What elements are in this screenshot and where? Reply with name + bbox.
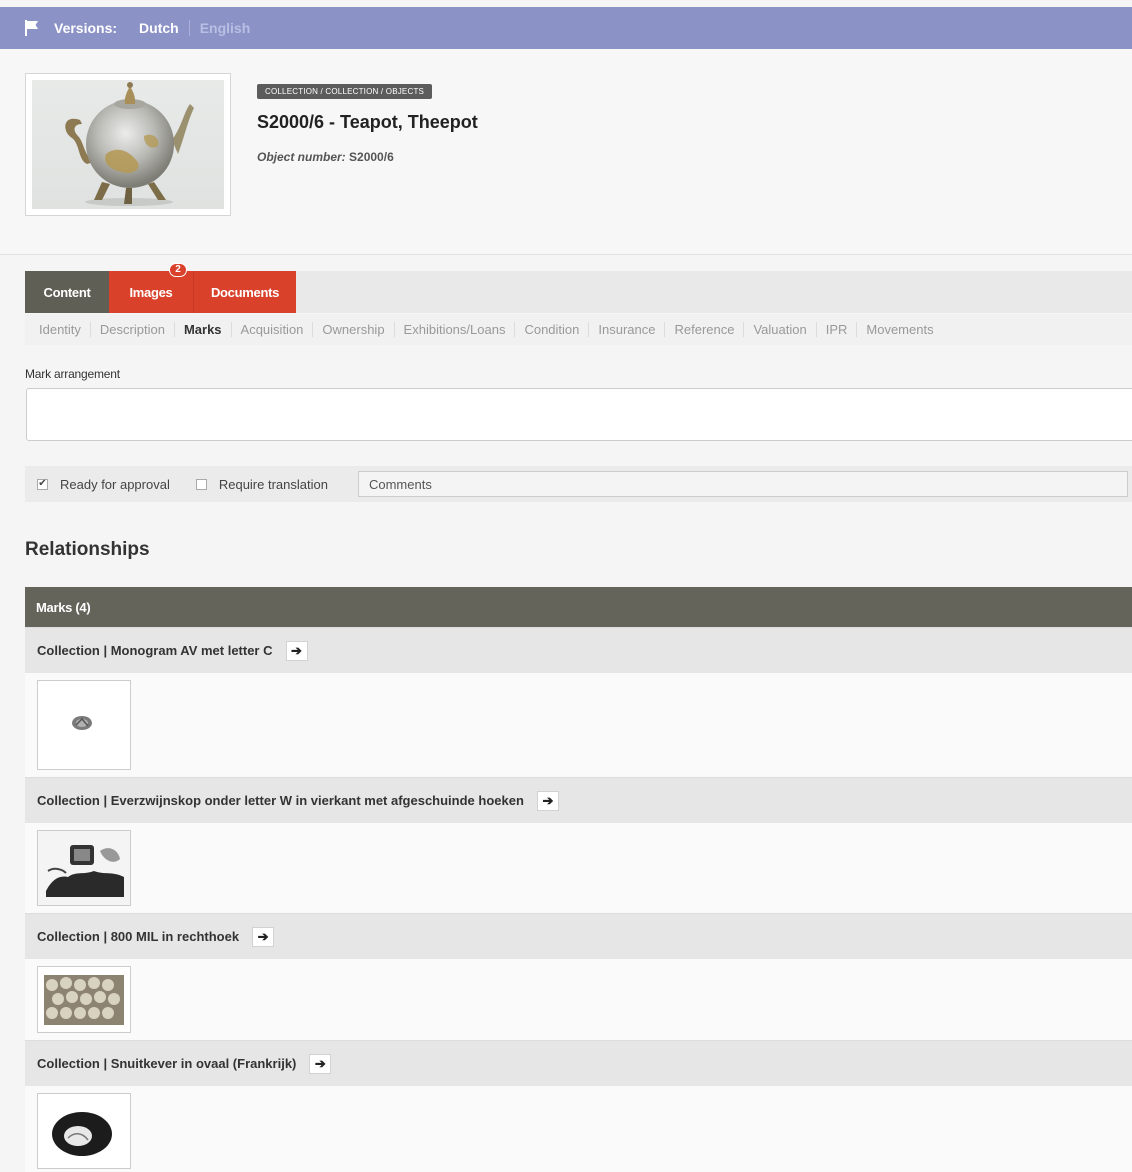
relationship-body xyxy=(25,673,1132,777)
mark-arrangement-label: Mark arrangement xyxy=(25,367,120,381)
main-tabs: Content Images Documents xyxy=(25,271,1132,313)
object-thumbnail[interactable] xyxy=(25,73,231,216)
subtab-reference[interactable]: Reference xyxy=(665,322,745,337)
relationship-row: Collection | 800 MIL in rechthoek ➔ xyxy=(25,913,1132,959)
subtab-ipr[interactable]: IPR xyxy=(817,322,858,337)
subtab-valuation[interactable]: Valuation xyxy=(744,322,817,337)
object-number-value: S2000/6 xyxy=(349,150,394,164)
subtab-marks[interactable]: Marks xyxy=(175,322,232,337)
require-translation-label: Require translation xyxy=(218,476,328,492)
relationship-row: Collection | Snuitkever in ovaal (Frankr… xyxy=(25,1040,1132,1086)
images-count-badge: 2 xyxy=(169,263,187,277)
arrow-right-icon[interactable]: ➔ xyxy=(536,790,559,811)
subtab-identity[interactable]: Identity xyxy=(30,322,91,337)
versions-bar: Versions: Dutch English xyxy=(0,7,1132,49)
subtab-description[interactable]: Description xyxy=(91,322,175,337)
arrow-right-icon[interactable]: ➔ xyxy=(252,926,275,947)
subtab-ownership[interactable]: Ownership xyxy=(313,322,395,337)
relationship-label[interactable]: Collection | 800 MIL in rechthoek xyxy=(37,929,239,944)
monogram-mark-photo[interactable] xyxy=(37,680,131,770)
checkmark-icon: ✔ xyxy=(38,478,47,489)
subtab-condition[interactable]: Condition xyxy=(515,322,590,337)
mark-arrangement-field[interactable] xyxy=(26,388,1132,441)
page-title: S2000/6 - Teapot, Theepot xyxy=(257,112,478,132)
weevil-mark-photo[interactable] xyxy=(37,1093,131,1169)
sub-tabs: Identity Description Marks Acquisition O… xyxy=(25,314,1132,345)
object-header: COLLECTION / COLLECTION / OBJECTS S2000/… xyxy=(0,49,1132,255)
arrow-right-icon[interactable]: ➔ xyxy=(285,640,308,661)
relationship-row: Collection | Monogram AV met letter C ➔ xyxy=(25,627,1132,673)
relationship-label[interactable]: Collection | Monogram AV met letter C xyxy=(37,643,273,658)
subtab-acquisition[interactable]: Acquisition xyxy=(232,322,314,337)
subtab-exhibitions-loans[interactable]: Exhibitions/Loans xyxy=(395,322,516,337)
teapot-photo xyxy=(32,80,224,209)
ready-for-approval-label: Ready for approval xyxy=(60,476,170,492)
boar-head-mark-photo[interactable] xyxy=(37,830,131,906)
object-number-label: Object number: xyxy=(257,150,346,164)
tab-images[interactable]: Images xyxy=(109,271,193,313)
tab-documents[interactable]: Documents xyxy=(193,271,296,313)
relationship-body xyxy=(25,823,1132,913)
relationship-label[interactable]: Collection | Everzwijnskop onder letter … xyxy=(37,793,524,808)
versions-label: Versions: xyxy=(54,20,118,36)
arrow-right-icon[interactable]: ➔ xyxy=(309,1053,332,1074)
ready-for-approval-checkbox[interactable]: ✔ xyxy=(37,478,48,490)
relationships-heading: Relationships xyxy=(25,539,150,560)
marks-section-header[interactable]: Marks (4) xyxy=(25,587,1132,627)
relationship-label[interactable]: Collection | Snuitkever in ovaal (Frankr… xyxy=(37,1056,296,1071)
object-number: Object number: S2000/6 xyxy=(257,150,394,164)
relationship-body xyxy=(25,959,1132,1040)
comments-field[interactable]: Comments xyxy=(357,471,1128,497)
breadcrumb[interactable]: COLLECTION / COLLECTION / OBJECTS xyxy=(257,84,433,99)
version-dutch-link[interactable]: Dutch xyxy=(139,20,190,36)
relationship-row: Collection | Everzwijnskop onder letter … xyxy=(25,777,1132,823)
require-translation-checkbox[interactable] xyxy=(195,478,207,490)
version-english-link[interactable]: English xyxy=(190,20,251,36)
flag-icon xyxy=(24,20,42,36)
approval-bar: ✔ Ready for approval Require translation… xyxy=(25,466,1132,502)
tab-content[interactable]: Content xyxy=(25,271,109,313)
subtab-movements[interactable]: Movements xyxy=(857,322,942,337)
subtab-insurance[interactable]: Insurance xyxy=(589,322,666,337)
800-mil-mark-photo[interactable] xyxy=(37,966,131,1033)
relationship-body xyxy=(25,1086,1132,1172)
